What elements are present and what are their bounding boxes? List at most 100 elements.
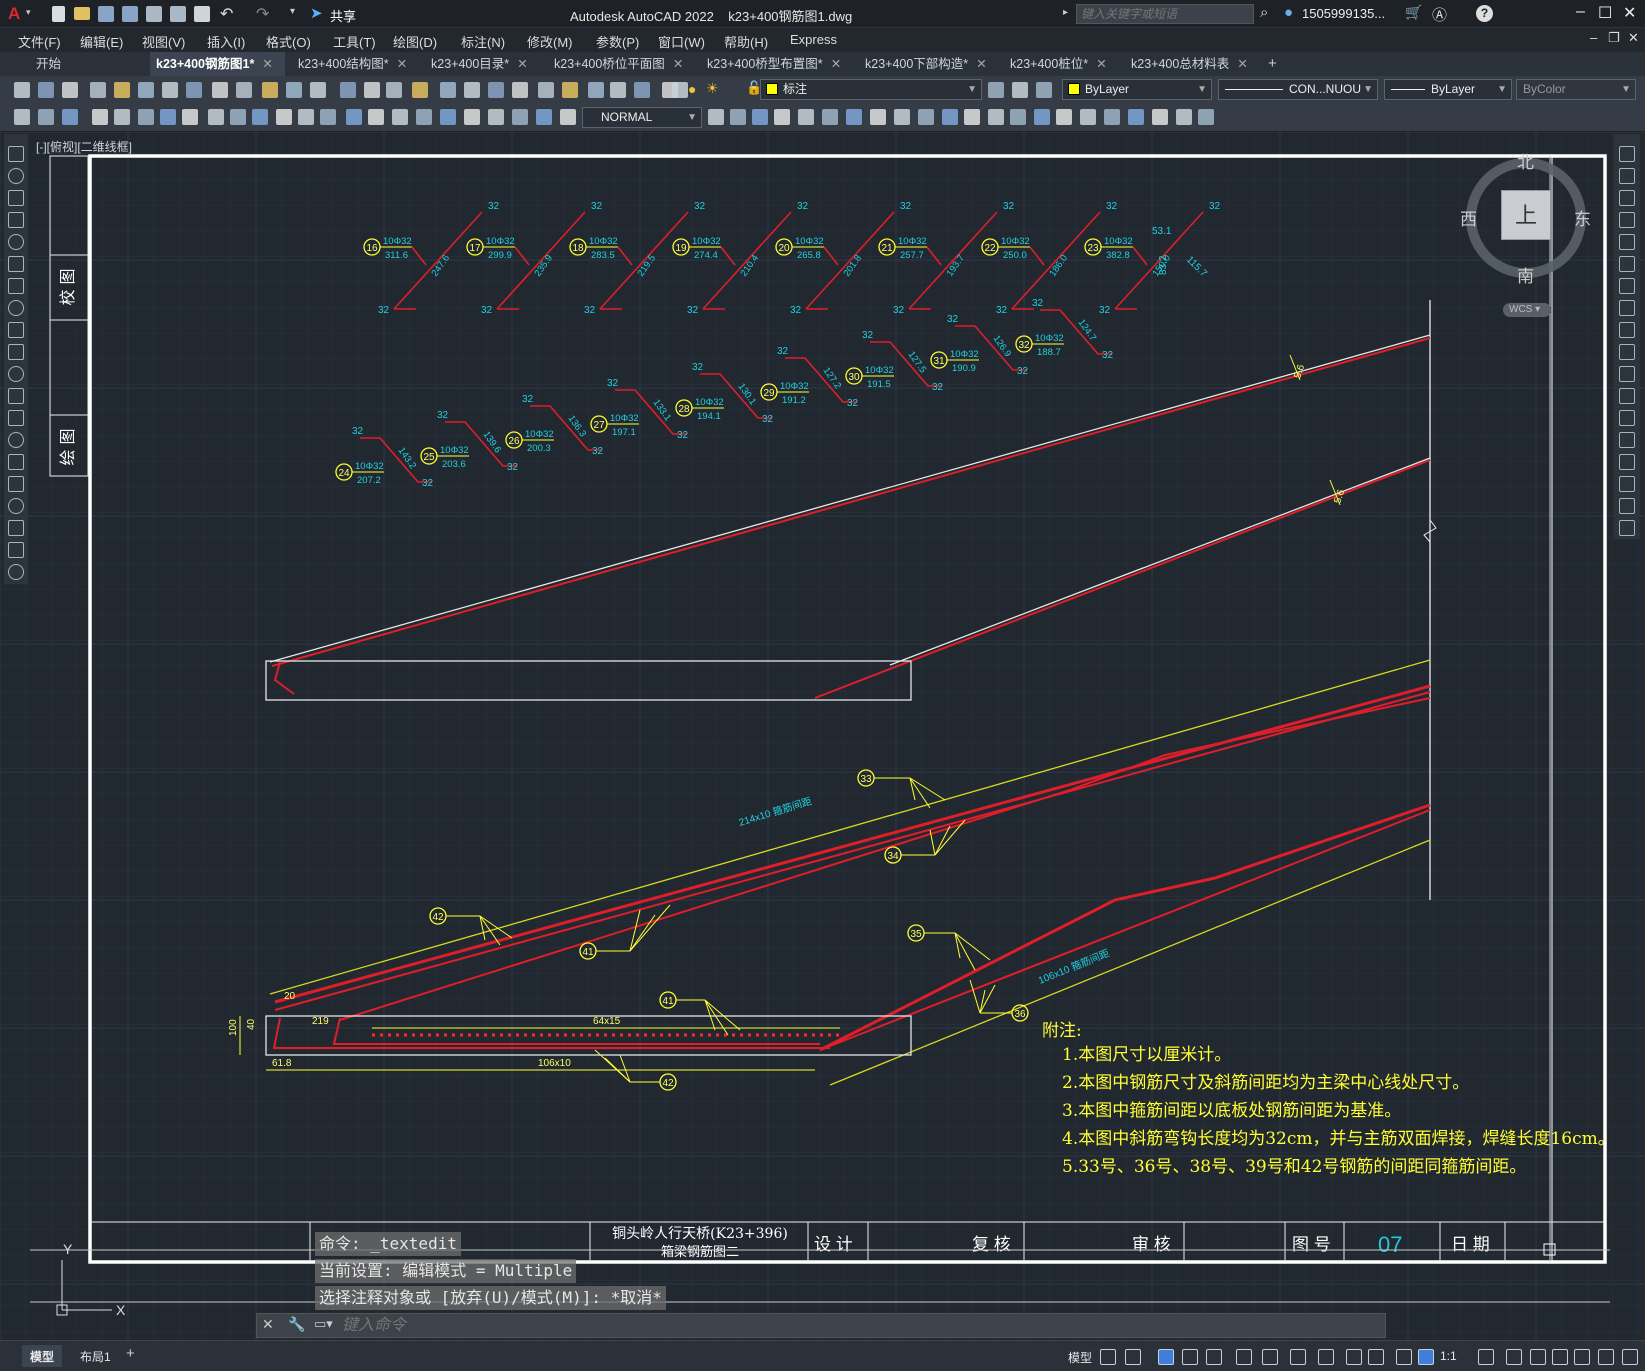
menu-modify[interactable]: 修改(M) (527, 32, 573, 51)
draw-tool-17-icon[interactable] (8, 520, 24, 536)
dim-tool-6-icon[interactable] (160, 109, 176, 125)
plotstyle-dropdown[interactable]: ByColor ▼ (1516, 79, 1636, 100)
menu-tools[interactable]: 工具(T) (333, 32, 376, 51)
dim-tool-19-icon[interactable] (464, 109, 480, 125)
draw-tool-0-icon[interactable] (8, 146, 24, 162)
doc-restore-icon[interactable]: ❐ (1608, 30, 1620, 46)
status-toggle-17-icon[interactable] (1574, 1349, 1590, 1365)
dim-tool-0-icon[interactable] (14, 109, 30, 125)
status-toggle-7-icon[interactable] (1290, 1349, 1306, 1365)
std-tool-8-icon[interactable] (212, 82, 228, 98)
modify-tool-13-icon[interactable] (1619, 432, 1635, 448)
tab-drawing-rebar1[interactable]: k23+400钢筋图1* ✕ (150, 52, 285, 76)
open-web-icon[interactable] (146, 6, 162, 22)
dim-tool-2-icon[interactable] (62, 109, 78, 125)
dim-tool-28-icon[interactable] (798, 109, 814, 125)
std-tool-16-icon[interactable] (412, 82, 428, 98)
layer-tool-1-icon[interactable] (988, 82, 1004, 98)
tab-drawing-bridge-plan[interactable]: k23+400桥位平面图 ✕ (548, 52, 698, 76)
draw-tool-11-icon[interactable] (8, 388, 24, 404)
std-tool-3-icon[interactable] (90, 82, 106, 98)
dim-tool-37-icon[interactable] (1010, 109, 1026, 125)
wcs-menu-button[interactable]: WCS ▾ (1503, 303, 1551, 317)
status-toggle-9-icon[interactable] (1346, 1349, 1362, 1365)
status-toggle-4-icon[interactable] (1206, 1349, 1222, 1365)
dim-tool-44-icon[interactable] (1176, 109, 1192, 125)
close-icon[interactable]: ✕ (517, 57, 527, 71)
status-toggle-18-icon[interactable] (1598, 1349, 1614, 1365)
dim-tool-20-icon[interactable] (488, 109, 504, 125)
close-icon[interactable]: ✕ (262, 57, 272, 71)
save-icon[interactable] (98, 6, 114, 22)
dim-tool-34-icon[interactable] (942, 109, 958, 125)
std-tool-9-icon[interactable] (236, 82, 252, 98)
std-tool-24-icon[interactable] (610, 82, 626, 98)
status-toggle-6-icon[interactable] (1262, 1349, 1278, 1365)
dim-tool-42-icon[interactable] (1128, 109, 1144, 125)
status-toggle-1-icon[interactable] (1125, 1349, 1141, 1365)
tab-model[interactable]: 模型 (22, 1345, 63, 1367)
annotation-scale[interactable]: 1:1 (1440, 1349, 1457, 1363)
layer-light-icon[interactable]: ● (688, 81, 696, 97)
lineweight-dropdown[interactable]: ByLayer ▼ (1384, 79, 1512, 100)
close-icon[interactable]: ✕ (1623, 3, 1636, 23)
draw-tool-7-icon[interactable] (8, 300, 24, 316)
dim-tool-40-icon[interactable] (1080, 109, 1096, 125)
dim-tool-7-icon[interactable] (182, 109, 198, 125)
viewcube-east[interactable]: 东 (1574, 205, 1591, 230)
std-tool-17-icon[interactable] (440, 82, 456, 98)
status-toggle-11-icon[interactable] (1396, 1349, 1412, 1365)
status-toggle-0-icon[interactable] (1100, 1349, 1116, 1365)
dim-tool-9-icon[interactable] (230, 109, 246, 125)
modify-tool-11-icon[interactable] (1619, 388, 1635, 404)
modify-tool-5-icon[interactable] (1619, 256, 1635, 272)
command-input[interactable] (342, 1315, 1382, 1336)
std-tool-13-icon[interactable] (340, 82, 356, 98)
command-prompt-icon[interactable]: ▭▾ (314, 1316, 333, 1332)
std-tool-5-icon[interactable] (138, 82, 154, 98)
close-icon[interactable]: ✕ (397, 57, 407, 71)
tab-layout1[interactable]: 布局1 (72, 1345, 119, 1367)
viewcube-top-face[interactable]: 上 (1501, 190, 1551, 240)
dim-tool-5-icon[interactable] (138, 109, 154, 125)
std-tool-20-icon[interactable] (512, 82, 528, 98)
modify-tool-6-icon[interactable] (1619, 278, 1635, 294)
add-layout-icon[interactable]: + (126, 1345, 135, 1362)
dim-tool-1-icon[interactable] (38, 109, 54, 125)
dim-tool-3-icon[interactable] (92, 109, 108, 125)
dim-tool-30-icon[interactable] (846, 109, 862, 125)
command-customize-icon[interactable]: 🔧 (288, 1316, 305, 1333)
color-dropdown[interactable]: ByLayer ▼ (1062, 79, 1212, 100)
tab-drawing-bridge-layout[interactable]: k23+400桥型布置图* ✕ (701, 52, 856, 76)
dim-tool-23-icon[interactable] (560, 109, 576, 125)
std-tool-14-icon[interactable] (364, 82, 380, 98)
modify-tool-16-icon[interactable] (1619, 498, 1635, 514)
tab-drawing-materials[interactable]: k23+400总材料表 ✕ (1125, 52, 1265, 76)
linetype-dropdown[interactable]: CON...NUOU ▼ (1218, 79, 1378, 100)
status-toggle-15-icon[interactable] (1530, 1349, 1546, 1365)
modify-tool-10-icon[interactable] (1619, 366, 1635, 382)
draw-tool-2-icon[interactable] (8, 190, 24, 206)
draw-tool-3-icon[interactable] (8, 212, 24, 228)
draw-tool-8-icon[interactable] (8, 322, 24, 338)
draw-tool-10-icon[interactable] (8, 366, 24, 382)
draw-tool-1-icon[interactable] (8, 168, 24, 184)
status-toggle-19-icon[interactable] (1622, 1349, 1638, 1365)
help-icon[interactable]: ? (1476, 5, 1493, 22)
draw-tool-5-icon[interactable] (8, 256, 24, 272)
status-toggle-14-icon[interactable] (1506, 1349, 1522, 1365)
search-icon[interactable]: ⌕ (1260, 4, 1268, 21)
layer-dropdown[interactable]: 标注 ▼ (760, 79, 982, 100)
draw-tool-14-icon[interactable] (8, 454, 24, 470)
share-button[interactable]: 共享 (330, 6, 356, 25)
modify-tool-17-icon[interactable] (1619, 520, 1635, 536)
doc-minimize-icon[interactable]: – (1590, 30, 1597, 45)
dim-tool-16-icon[interactable] (392, 109, 408, 125)
std-tool-12-icon[interactable] (310, 82, 326, 98)
dim-tool-38-icon[interactable] (1034, 109, 1050, 125)
doc-close-icon[interactable]: ✕ (1628, 30, 1639, 46)
draw-tool-9-icon[interactable] (8, 344, 24, 360)
std-tool-2-icon[interactable] (62, 82, 78, 98)
open-file-icon[interactable] (74, 7, 90, 20)
qat-dropdown-icon[interactable]: ▾ (290, 6, 295, 17)
